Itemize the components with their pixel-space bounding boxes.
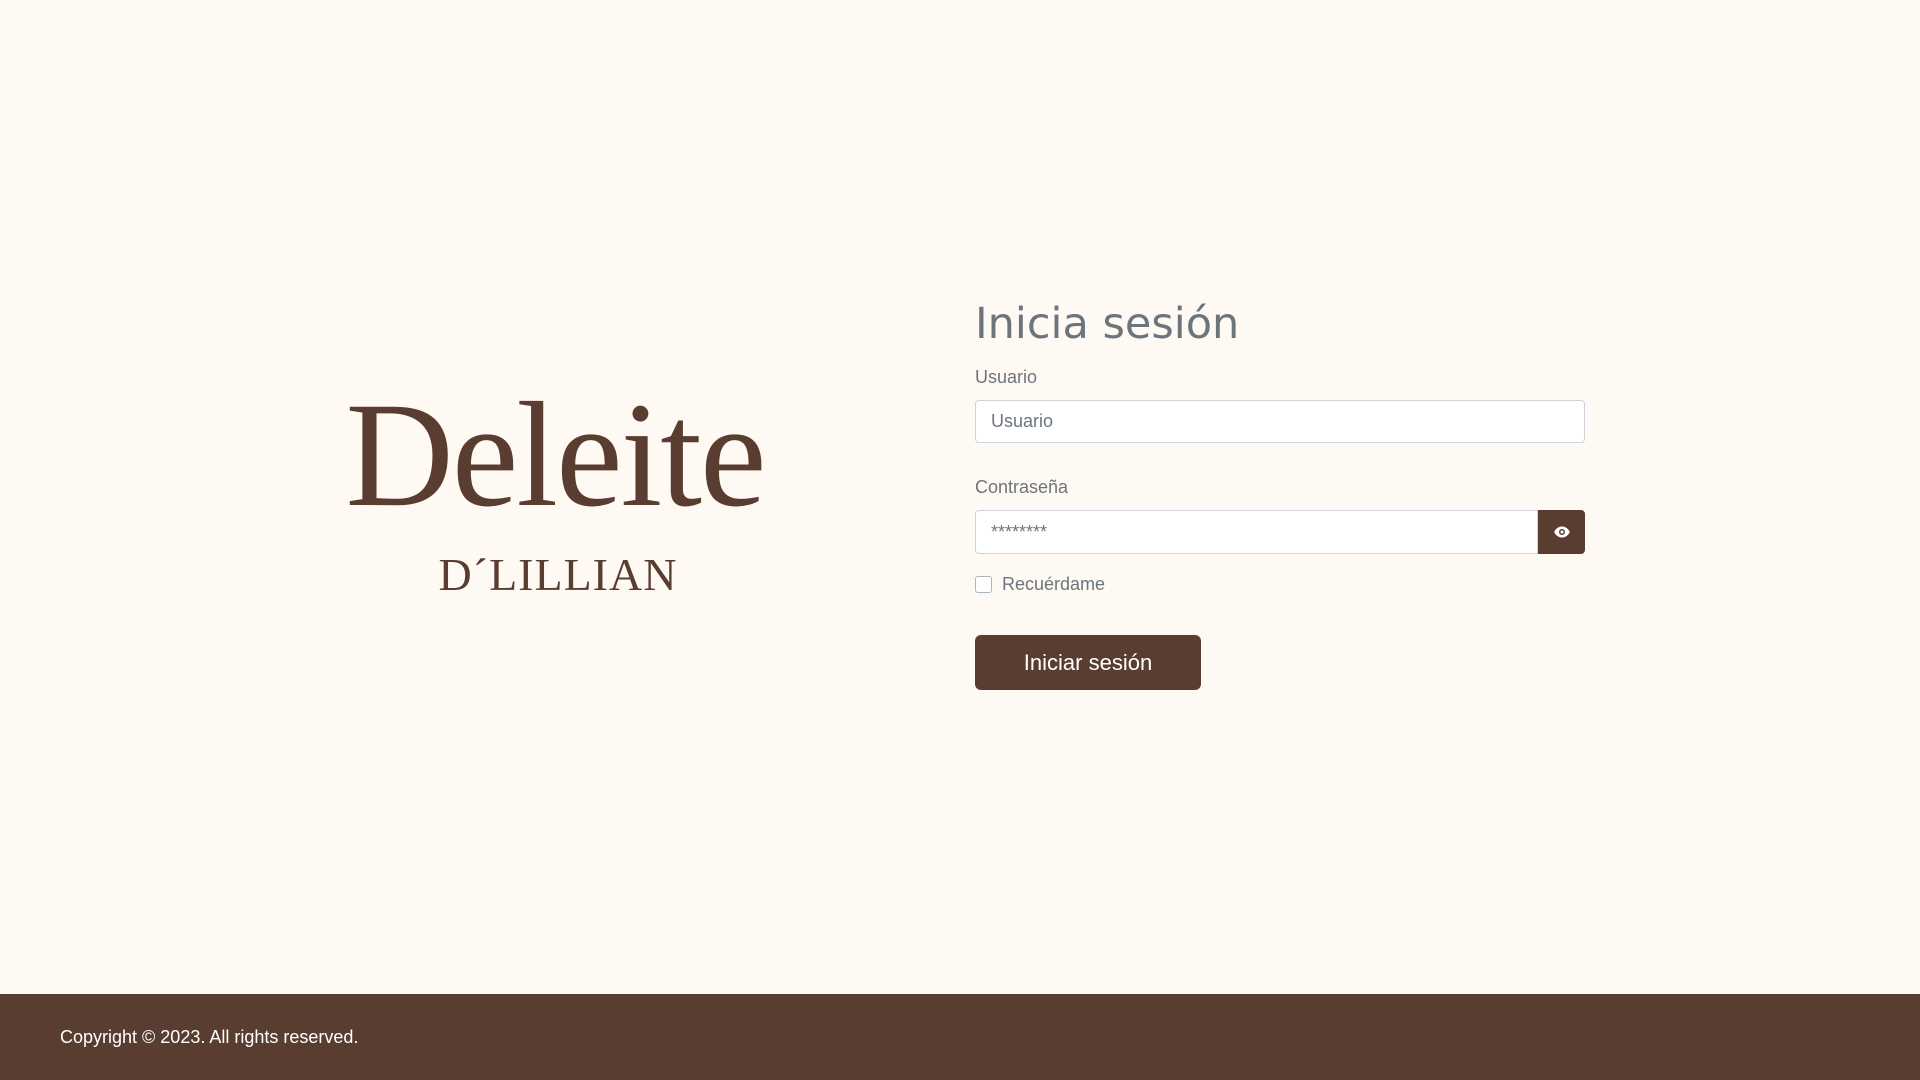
brand-wordmark: Deleite [345, 372, 766, 538]
remember-me: Recuérdame [975, 574, 1585, 595]
brand-subtitle: D´LILLIAN [438, 549, 678, 600]
eye-icon [1553, 526, 1570, 538]
login-title: Inicia sesión [975, 299, 1240, 349]
username-group: Usuario [975, 367, 1585, 444]
username-label: Usuario [975, 367, 1038, 388]
password-row [975, 510, 1585, 555]
password-group: Contraseña [975, 477, 1585, 555]
footer: Copyright © 2023. All rights reserved. [0, 994, 1920, 1080]
login-button[interactable]: Iniciar sesión [975, 635, 1201, 691]
login-page: Deleite D´LILLIAN Inicia sesión Usuario … [0, 0, 1920, 1080]
remember-me-label[interactable]: Recuérdame [1002, 574, 1105, 595]
remember-me-checkbox[interactable] [975, 576, 992, 594]
password-label: Contraseña [975, 477, 1069, 498]
username-input[interactable] [975, 400, 1585, 444]
password-input[interactable] [975, 510, 1539, 555]
copyright-text: Copyright © 2023. All rights reserved. [60, 1026, 359, 1047]
toggle-password-button[interactable] [1538, 510, 1585, 555]
login-form: Inicia sesión Usuario Contraseña Recué [975, 299, 1585, 691]
brand-logo: Deleite D´LILLIAN [320, 380, 790, 598]
